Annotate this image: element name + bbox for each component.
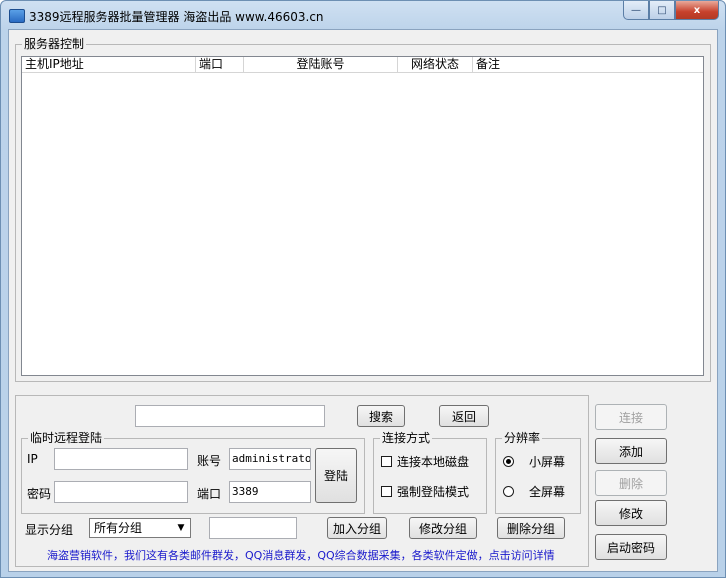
search-input[interactable] — [135, 405, 325, 427]
local-disk-label[interactable]: 连接本地磁盘 — [397, 453, 469, 470]
server-list[interactable]: 主机IP地址 端口 登陆账号 网络状态 备注 — [21, 56, 704, 376]
column-header-account[interactable]: 登陆账号 — [244, 57, 398, 72]
back-button[interactable]: 返回 — [439, 405, 489, 427]
close-icon: x — [693, 4, 701, 16]
column-header-port[interactable]: 端口 — [196, 57, 244, 72]
connect-button[interactable]: 连接 — [595, 404, 667, 430]
window-title: 3389远程服务器批量管理器 海盗出品 www.46603.cn — [29, 10, 324, 24]
column-header-note[interactable]: 备注 — [473, 57, 703, 72]
port-label: 端口 — [197, 487, 222, 501]
small-screen-label[interactable]: 小屏幕 — [529, 453, 565, 470]
column-header-ip[interactable]: 主机IP地址 — [22, 57, 196, 72]
force-login-checkbox[interactable] — [381, 486, 392, 497]
window-controls: — □ x — [623, 1, 719, 21]
maximize-icon: □ — [657, 4, 667, 16]
search-button[interactable]: 搜索 — [357, 405, 405, 427]
local-disk-checkbox[interactable] — [381, 456, 392, 467]
full-screen-radio[interactable] — [503, 486, 514, 497]
group-label: 显示分组 — [25, 523, 74, 537]
account-label: 账号 — [197, 454, 222, 468]
add-group-button[interactable]: 加入分组 — [327, 517, 387, 539]
column-header-status[interactable]: 网络状态 — [398, 57, 473, 72]
login-button[interactable]: 登陆 — [315, 448, 357, 503]
server-control-legend: 服务器控制 — [22, 37, 87, 51]
group-select-value: 所有分组 — [94, 521, 143, 535]
client-area: 服务器控制 主机IP地址 端口 登陆账号 网络状态 备注 搜索 返回 临时远程登… — [8, 29, 718, 572]
full-screen-label[interactable]: 全屏幕 — [529, 483, 565, 500]
title-bar[interactable]: 3389远程服务器批量管理器 海盗出品 www.46603.cn — □ x — [1, 1, 725, 29]
ip-input[interactable] — [54, 448, 188, 470]
app-icon — [9, 9, 25, 23]
resolution-legend: 分辨率 — [502, 431, 543, 445]
close-button[interactable]: x — [675, 1, 719, 20]
server-list-header: 主机IP地址 端口 登陆账号 网络状态 备注 — [22, 57, 703, 73]
modify-server-button[interactable]: 修改 — [595, 500, 667, 526]
start-password-button[interactable]: 启动密码 — [595, 534, 667, 560]
promo-link[interactable]: 海盗营销软件，我们这有各类邮件群发，QQ消息群发，QQ综合数据采集，各类软件定做… — [47, 547, 555, 563]
add-server-button[interactable]: 添加 — [595, 438, 667, 464]
group-name-input[interactable] — [209, 517, 297, 539]
minimize-icon: — — [631, 4, 641, 16]
small-screen-radio[interactable] — [503, 456, 514, 467]
chevron-down-icon: ▼ — [177, 523, 185, 533]
connect-mode-group: 连接方式 — [373, 431, 487, 514]
connect-mode-legend: 连接方式 — [380, 431, 433, 445]
password-label: 密码 — [27, 487, 52, 501]
force-login-label[interactable]: 强制登陆模式 — [397, 483, 469, 500]
temp-login-legend: 临时远程登陆 — [28, 431, 105, 445]
ip-label: IP — [27, 452, 38, 466]
delete-group-button[interactable]: 删除分组 — [497, 517, 565, 539]
maximize-button[interactable]: □ — [649, 1, 675, 20]
resolution-group: 分辨率 — [495, 431, 581, 514]
password-input[interactable] — [54, 481, 188, 503]
edit-group-button[interactable]: 修改分组 — [409, 517, 477, 539]
port-input[interactable]: 3389 — [229, 481, 311, 503]
delete-server-button[interactable]: 删除 — [595, 470, 667, 496]
app-window: 3389远程服务器批量管理器 海盗出品 www.46603.cn — □ x 服… — [0, 0, 726, 578]
account-input[interactable]: administrator — [229, 448, 311, 470]
group-select[interactable]: 所有分组 ▼ — [89, 518, 191, 538]
minimize-button[interactable]: — — [623, 1, 649, 20]
